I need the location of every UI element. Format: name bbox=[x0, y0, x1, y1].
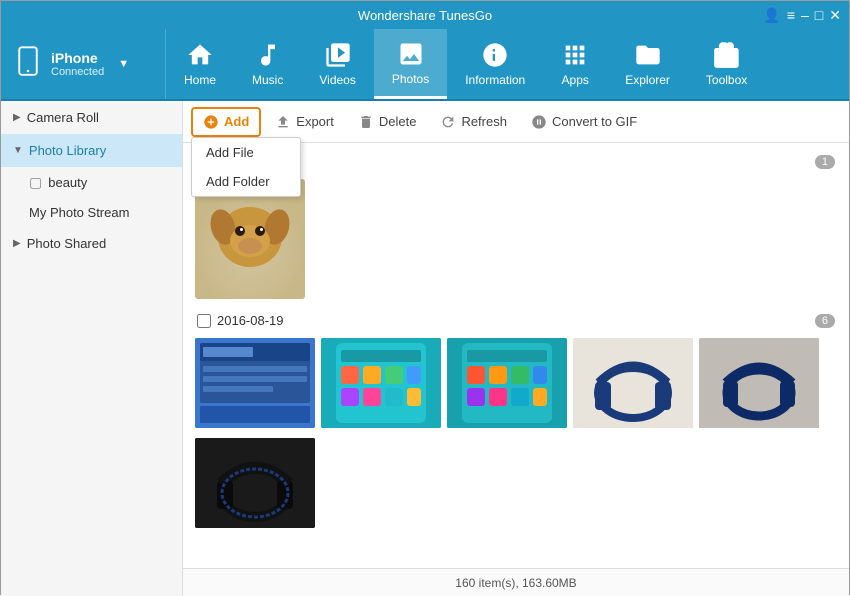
device-status: Connected bbox=[51, 66, 104, 78]
add-dropdown: Add File Add Folder bbox=[191, 137, 301, 197]
export-button[interactable]: Export bbox=[265, 109, 344, 135]
sidebar-item-photo-library[interactable]: ▼ Photo Library bbox=[1, 134, 182, 167]
photo-headphones2[interactable] bbox=[699, 338, 819, 428]
nav-music[interactable]: Music bbox=[234, 29, 301, 99]
section-date: 2016-08-19 bbox=[217, 313, 284, 328]
date-section-checkbox[interactable] bbox=[197, 314, 211, 328]
sidebar-item-my-photo-stream[interactable]: My Photo Stream bbox=[1, 198, 182, 227]
device-chevron[interactable]: ▼ bbox=[118, 58, 129, 70]
device-info[interactable]: iPhone Connected ▼ bbox=[1, 29, 166, 99]
section-header-dated: 2016-08-19 6 bbox=[195, 309, 837, 332]
photo-library-arrow: ▼ bbox=[13, 145, 23, 156]
toolbar: Add Export Delete Refresh Convert to GIF… bbox=[183, 101, 849, 143]
minimize-icon[interactable]: – bbox=[801, 7, 809, 23]
section-count-dated: 6 bbox=[815, 314, 835, 328]
camera-roll-label: Camera Roll bbox=[27, 110, 99, 125]
device-text: iPhone Connected bbox=[51, 50, 104, 78]
status-bar: 160 item(s), 163.60MB bbox=[183, 568, 849, 596]
nav-items: Home Music Videos Photos Information App… bbox=[166, 29, 849, 99]
close-icon[interactable]: ✕ bbox=[829, 7, 841, 24]
nav-home[interactable]: Home bbox=[166, 29, 234, 99]
convert-gif-button[interactable]: Convert to GIF bbox=[521, 109, 647, 135]
photo-headphones3[interactable] bbox=[195, 438, 315, 528]
photo-headphones1[interactable] bbox=[573, 338, 693, 428]
my-photo-stream-label: My Photo Stream bbox=[29, 205, 129, 220]
sidebar-item-photo-shared[interactable]: ▶ Photo Shared bbox=[1, 227, 182, 260]
add-button[interactable]: Add bbox=[191, 107, 261, 137]
beauty-label: beauty bbox=[48, 175, 87, 190]
status-text: 160 item(s), 163.60MB bbox=[455, 576, 576, 590]
photo-screenshot[interactable] bbox=[195, 338, 315, 428]
app-title: Wondershare TunesGo bbox=[358, 8, 492, 23]
refresh-button[interactable]: Refresh bbox=[430, 109, 517, 135]
beauty-icon: ▢ bbox=[29, 174, 42, 191]
section-count-single: 1 bbox=[815, 155, 835, 169]
photo-section-dated: 2016-08-19 6 bbox=[195, 309, 837, 428]
nav-videos[interactable]: Videos bbox=[301, 29, 373, 99]
photo-area: 1 bbox=[183, 143, 849, 568]
iphone-icon bbox=[13, 43, 43, 86]
photo-phone1[interactable] bbox=[321, 338, 441, 428]
nav-explorer[interactable]: Explorer bbox=[607, 29, 688, 99]
sidebar-item-camera-roll[interactable]: ▶ Camera Roll bbox=[1, 101, 182, 134]
photo-dog[interactable] bbox=[195, 179, 305, 299]
maximize-icon[interactable]: □ bbox=[815, 7, 823, 23]
main-area: ▶ Camera Roll ▼ Photo Library ▢ beauty M… bbox=[1, 101, 849, 596]
sidebar-item-beauty[interactable]: ▢ beauty bbox=[1, 167, 182, 198]
nav-photos[interactable]: Photos bbox=[374, 29, 447, 99]
photo-library-label: Photo Library bbox=[29, 143, 106, 158]
photo-grid-last bbox=[195, 438, 837, 528]
top-navigation: iPhone Connected ▼ Home Music Videos Pho… bbox=[1, 29, 849, 101]
photo-section-last bbox=[195, 438, 837, 528]
menu-icon[interactable]: ≡ bbox=[787, 7, 795, 23]
sidebar: ▶ Camera Roll ▼ Photo Library ▢ beauty M… bbox=[1, 101, 183, 596]
photo-grid-dated bbox=[195, 338, 837, 428]
window-controls: 👤 ≡ – □ ✕ bbox=[763, 7, 841, 24]
nav-information[interactable]: Information bbox=[447, 29, 543, 99]
date-section-header-left: 2016-08-19 bbox=[197, 313, 284, 328]
photo-shared-arrow: ▶ bbox=[13, 238, 21, 249]
photo-phone2[interactable] bbox=[447, 338, 567, 428]
nav-apps[interactable]: Apps bbox=[543, 29, 607, 99]
nav-toolbox[interactable]: Toolbox bbox=[688, 29, 765, 99]
device-name: iPhone bbox=[51, 50, 104, 66]
delete-button[interactable]: Delete bbox=[348, 109, 427, 135]
camera-roll-arrow: ▶ bbox=[13, 112, 21, 123]
content-area: Add Export Delete Refresh Convert to GIF… bbox=[183, 101, 849, 596]
photo-shared-label: Photo Shared bbox=[27, 236, 107, 251]
add-file-item[interactable]: Add File bbox=[192, 138, 300, 167]
title-bar: Wondershare TunesGo 👤 ≡ – □ ✕ bbox=[1, 1, 849, 29]
photo-grid-single bbox=[195, 179, 837, 299]
user-icon[interactable]: 👤 bbox=[763, 7, 780, 24]
add-folder-item[interactable]: Add Folder bbox=[192, 167, 300, 196]
